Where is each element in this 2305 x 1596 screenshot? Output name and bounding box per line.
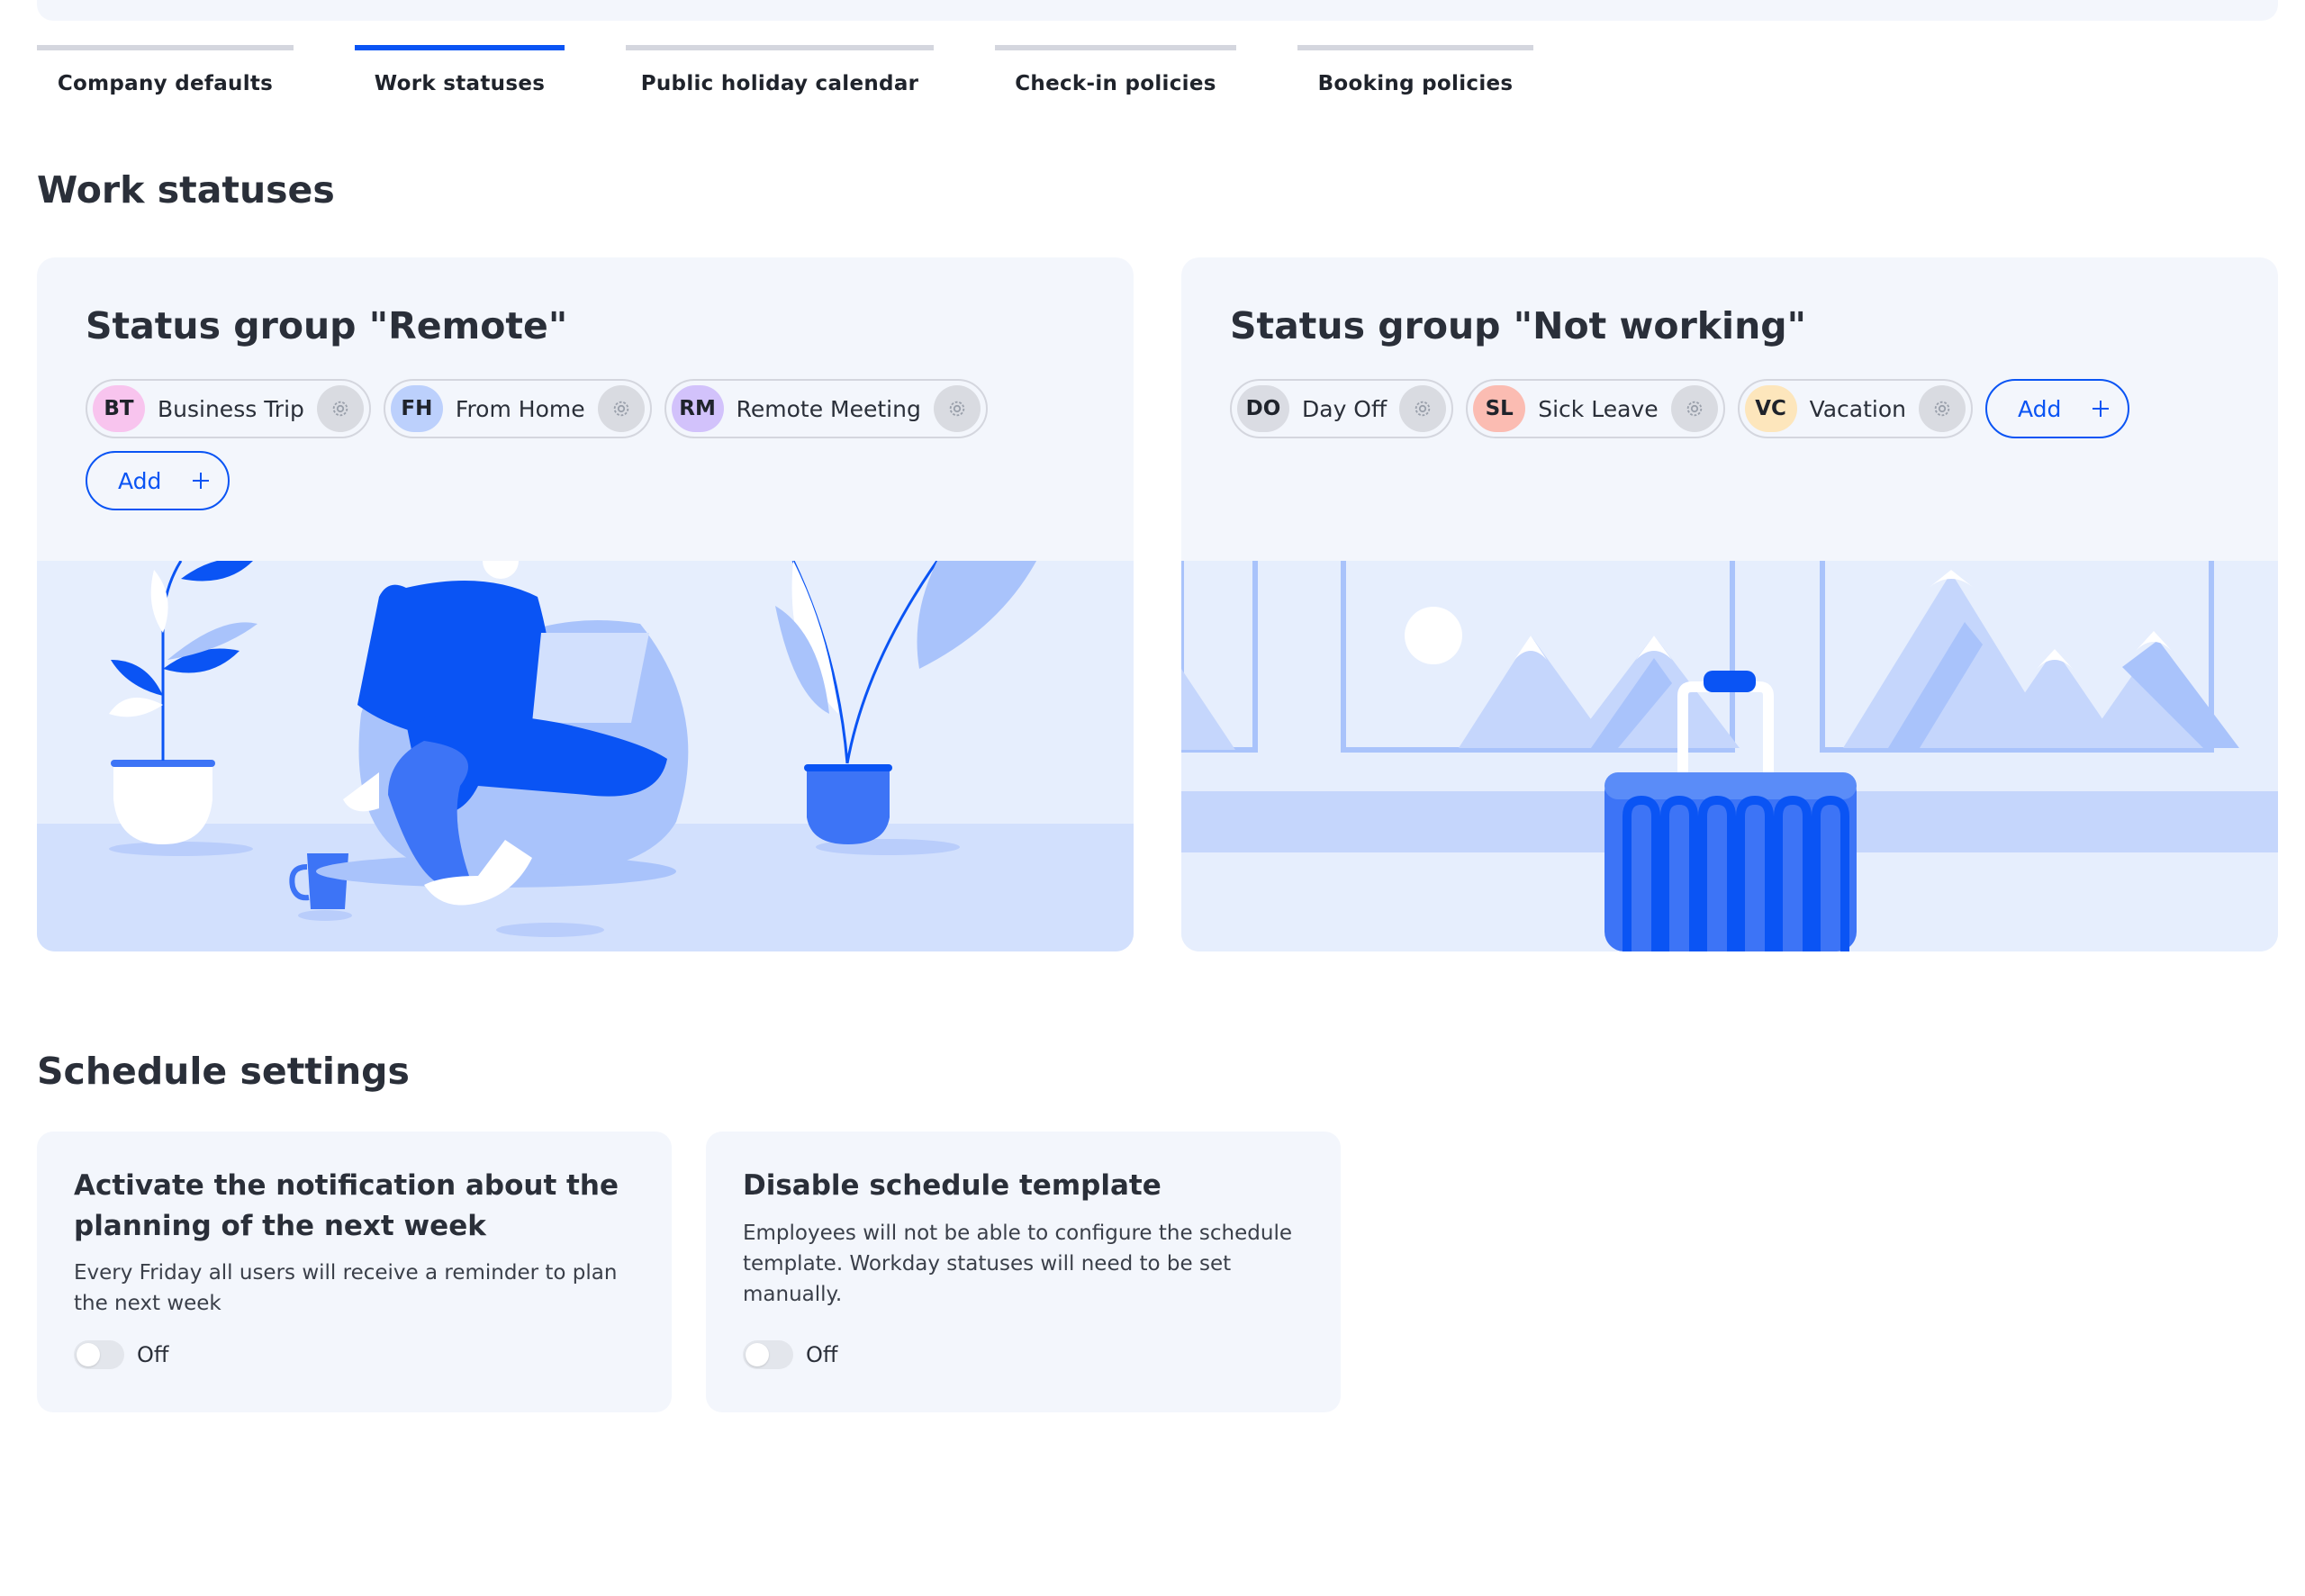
vacation-illustration — [1181, 561, 2278, 951]
schedule-settings-heading: Schedule settings — [37, 1050, 410, 1093]
tab-label: Public holiday calendar — [640, 72, 919, 95]
status-chip-sick-leave[interactable]: SL Sick Leave — [1466, 379, 1725, 438]
status-code-badge: VC — [1744, 385, 1797, 432]
toggle-state-label: Off — [806, 1342, 838, 1367]
tab-label: Work statuses — [374, 72, 546, 95]
status-code-badge: SL — [1473, 385, 1526, 432]
tab-check-in-policies[interactable]: Check-in policies — [995, 45, 1236, 108]
next-week-notification-card: Activate the notification about the plan… — [37, 1132, 672, 1412]
status-label: Business Trip — [158, 395, 304, 422]
status-label: Day Off — [1302, 395, 1388, 422]
setting-toggle-row: Off — [743, 1340, 837, 1369]
notification-toggle[interactable] — [74, 1340, 124, 1369]
status-chip-from-home[interactable]: FH From Home — [383, 379, 652, 438]
tab-label: Check-in policies — [1015, 72, 1216, 95]
status-code-badge: DO — [1237, 385, 1289, 432]
status-label: Remote Meeting — [736, 395, 921, 422]
gear-icon[interactable] — [1399, 385, 1447, 432]
status-group-remote-card: Status group "Remote" BT Business Trip F… — [37, 257, 1134, 951]
status-label: From Home — [455, 395, 585, 422]
plus-icon — [2081, 389, 2120, 428]
top-panel-edge — [37, 0, 2278, 21]
tab-label: Company defaults — [57, 72, 274, 95]
tab-booking-policies[interactable]: Booking policies — [1297, 45, 1533, 108]
setting-toggle-row: Off — [74, 1340, 168, 1369]
disable-schedule-template-card: Disable schedule template Employees will… — [706, 1132, 1341, 1412]
remote-work-illustration — [37, 561, 1134, 951]
gear-icon[interactable] — [597, 385, 645, 432]
work-statuses-heading: Work statuses — [37, 168, 335, 212]
toggle-state-label: Off — [137, 1342, 169, 1367]
gear-icon[interactable] — [933, 385, 981, 432]
toggle-knob — [77, 1343, 100, 1366]
status-code-badge: BT — [93, 385, 145, 432]
gear-icon[interactable] — [1919, 385, 1966, 432]
tab-label: Booking policies — [1317, 72, 1514, 95]
add-status-button[interactable]: Add — [86, 451, 230, 510]
plus-icon — [181, 461, 221, 500]
status-chip-day-off[interactable]: DO Day Off — [1230, 379, 1454, 438]
tab-company-defaults[interactable]: Company defaults — [37, 45, 294, 108]
status-group-not-working-card: Status group "Not working" DO Day Off SL… — [1181, 257, 2278, 951]
status-chip-list: BT Business Trip FH From Home RM Remote … — [86, 379, 1103, 510]
toggle-knob — [746, 1343, 769, 1366]
status-label: Sick Leave — [1538, 395, 1659, 422]
status-chip-list: DO Day Off SL Sick Leave VC Vacation Add — [1230, 379, 2247, 438]
status-code-badge: RM — [671, 385, 724, 432]
status-chip-vacation[interactable]: VC Vacation — [1737, 379, 1974, 438]
gear-icon[interactable] — [316, 385, 364, 432]
status-group-title: Status group "Remote" — [86, 304, 568, 347]
setting-description: Employees will not be able to configure … — [743, 1222, 1292, 1306]
status-chip-business-trip[interactable]: BT Business Trip — [86, 379, 371, 438]
add-button-label: Add — [118, 467, 162, 494]
add-status-button[interactable]: Add — [1985, 379, 2130, 438]
tab-work-statuses[interactable]: Work statuses — [355, 45, 565, 108]
status-label: Vacation — [1809, 395, 1907, 422]
setting-title: Activate the notification about the plan… — [74, 1169, 619, 1242]
setting-description: Every Friday all users will receive a re… — [74, 1261, 618, 1315]
schedule-template-toggle[interactable] — [743, 1340, 793, 1369]
status-group-title: Status group "Not working" — [1230, 304, 1807, 347]
add-button-label: Add — [2018, 395, 2062, 422]
setting-title: Disable schedule template — [743, 1169, 1162, 1202]
status-code-badge: FH — [390, 385, 443, 432]
settings-tabs: Company defaults Work statuses Public ho… — [37, 45, 1533, 108]
status-chip-remote-meeting[interactable]: RM Remote Meeting — [664, 379, 988, 438]
gear-icon[interactable] — [1670, 385, 1718, 432]
tab-public-holiday-calendar[interactable]: Public holiday calendar — [626, 45, 934, 108]
